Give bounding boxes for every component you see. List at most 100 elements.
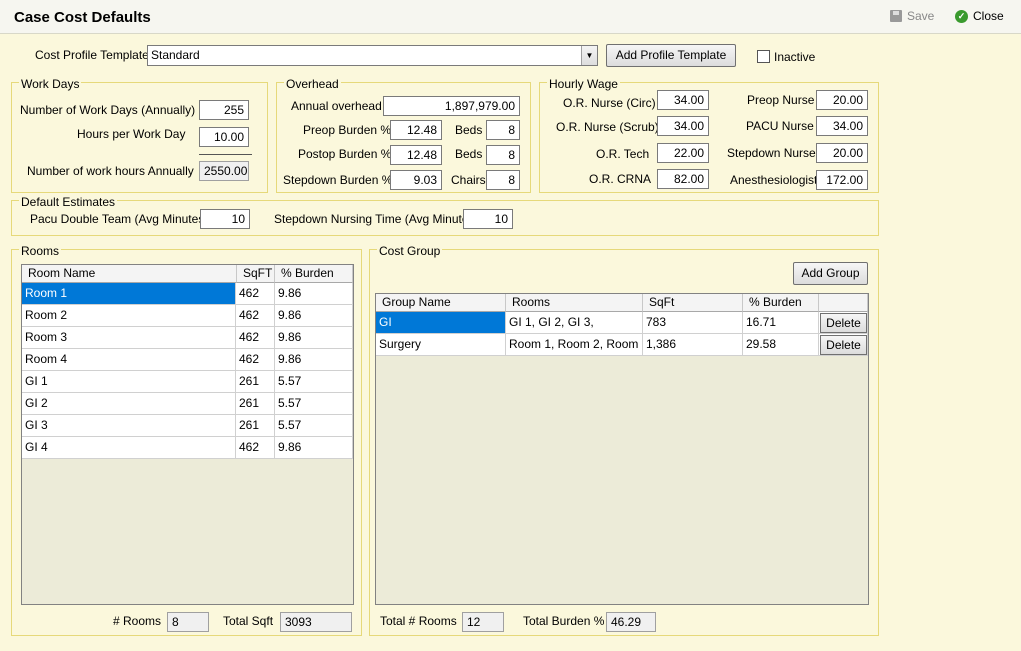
- chevron-down-icon[interactable]: ▼: [581, 46, 597, 65]
- room-name-cell[interactable]: Room 3: [22, 327, 236, 349]
- pacu-double-team-input[interactable]: 10: [200, 209, 250, 229]
- room-burden-cell: 9.86: [275, 283, 353, 305]
- postop-burden-label: Postop Burden %: [298, 147, 392, 161]
- cost-profile-template-value: Standard: [151, 48, 200, 62]
- or-tech-input[interactable]: 22.00: [657, 143, 709, 163]
- or-crna-label: O.R. CRNA: [589, 172, 652, 186]
- room-name-cell[interactable]: Room 2: [22, 305, 236, 327]
- cost-group-col-header-action: [819, 294, 868, 312]
- room-burden-cell: 9.86: [275, 327, 353, 349]
- group-sqft-cell: 1,386: [643, 334, 743, 356]
- check-circle-icon: ✓: [955, 9, 968, 23]
- cost-group-col-header[interactable]: % Burden: [743, 294, 819, 312]
- cost-profile-template-label: Cost Profile Template: [35, 48, 149, 62]
- postop-beds-label: Beds: [455, 147, 483, 161]
- group-sqft-cell: 783: [643, 312, 743, 334]
- cost-group-legend: Cost Group: [377, 244, 443, 258]
- room-sqft-cell: 261: [236, 371, 275, 393]
- room-name-cell[interactable]: Room 4: [22, 349, 236, 371]
- stepdown-nurse-input[interactable]: 20.00: [816, 143, 868, 163]
- preop-nurse-label: Preop Nurse: [747, 93, 815, 107]
- cost-profile-template-select[interactable]: Standard ▼: [147, 45, 598, 66]
- add-profile-template-button[interactable]: Add Profile Template: [606, 44, 736, 67]
- inactive-checkbox[interactable]: [757, 50, 770, 63]
- room-burden-cell: 9.86: [275, 349, 353, 371]
- work-days-annual-input[interactable]: 255: [199, 100, 249, 120]
- stepdown-nursing-time-input[interactable]: 10: [463, 209, 513, 229]
- annual-overhead-input[interactable]: 1,897,979.00: [383, 96, 520, 116]
- anesthesiologist-label: Anesthesiologist: [730, 173, 818, 187]
- total-sqft-label: Total Sqft: [223, 614, 274, 628]
- room-sqft-cell: 462: [236, 327, 275, 349]
- group-burden-cell: 16.71: [743, 312, 819, 334]
- save-label: Save: [907, 9, 935, 23]
- stepdown-nursing-time-label: Stepdown Nursing Time (Avg Minutes): [274, 212, 479, 226]
- group-rooms-cell: Room 1, Room 2, Room 3,: [506, 334, 643, 356]
- stepdown-nurse-label: Stepdown Nurse: [727, 146, 816, 160]
- rooms-legend: Rooms: [19, 244, 62, 258]
- anesthesiologist-input[interactable]: 172.00: [816, 170, 868, 190]
- hours-per-day-input[interactable]: 10.00: [199, 127, 249, 147]
- delete-button[interactable]: Delete: [820, 313, 867, 333]
- postop-burden-input[interactable]: 12.48: [390, 145, 442, 165]
- group-rooms-cell: GI 1, GI 2, GI 3,: [506, 312, 643, 334]
- total-rooms-label: Total # Rooms: [380, 614, 457, 628]
- room-sqft-cell: 462: [236, 349, 275, 371]
- rooms-col-header[interactable]: Room Name: [22, 265, 237, 283]
- stepdown-chairs-input[interactable]: 8: [486, 170, 520, 190]
- close-label: Close: [973, 9, 1004, 23]
- cost-group-grid[interactable]: Group Name Rooms SqFt % Burden GI GI 1, …: [375, 293, 869, 605]
- total-burden-value: 46.29: [606, 612, 656, 632]
- hourly-wage-legend: Hourly Wage: [547, 77, 620, 91]
- delete-button[interactable]: Delete: [820, 335, 867, 355]
- room-burden-cell: 9.86: [275, 305, 353, 327]
- or-crna-input[interactable]: 82.00: [657, 169, 709, 189]
- preop-burden-input[interactable]: 12.48: [390, 120, 442, 140]
- room-name-cell[interactable]: GI 2: [22, 393, 236, 415]
- room-sqft-cell: 462: [236, 305, 275, 327]
- group-burden-cell: 29.58: [743, 334, 819, 356]
- work-days-legend: Work Days: [19, 77, 82, 91]
- or-nurse-circ-label: O.R. Nurse (Circ): [563, 96, 656, 110]
- rooms-grid[interactable]: Room Name SqFT % Burden Room 1 462 9.86 …: [21, 264, 354, 605]
- annual-hours-value: 2550.00: [199, 161, 249, 181]
- room-burden-cell: 5.57: [275, 371, 353, 393]
- separator-line: [199, 154, 252, 155]
- add-group-button[interactable]: Add Group: [793, 262, 868, 285]
- room-name-cell[interactable]: GI 3: [22, 415, 236, 437]
- preop-beds-label: Beds: [455, 123, 483, 137]
- pacu-nurse-label: PACU Nurse: [746, 119, 814, 133]
- room-sqft-cell: 462: [236, 437, 275, 459]
- group-name-cell[interactable]: Surgery: [376, 334, 506, 356]
- preop-nurse-input[interactable]: 20.00: [816, 90, 868, 110]
- room-name-cell[interactable]: GI 1: [22, 371, 236, 393]
- room-burden-cell: 5.57: [275, 415, 353, 437]
- save-button[interactable]: Save: [890, 9, 934, 23]
- preop-beds-input[interactable]: 8: [486, 120, 520, 140]
- stepdown-burden-input[interactable]: 9.03: [390, 170, 442, 190]
- work-days-annual-label: Number of Work Days (Annually): [20, 103, 196, 117]
- cost-group-col-header[interactable]: SqFt: [643, 294, 743, 312]
- group-name-cell[interactable]: GI: [376, 312, 506, 334]
- or-nurse-scrub-label: O.R. Nurse (Scrub): [556, 120, 659, 134]
- room-burden-cell: 9.86: [275, 437, 353, 459]
- or-nurse-circ-input[interactable]: 34.00: [657, 90, 709, 110]
- room-name-cell[interactable]: GI 4: [22, 437, 236, 459]
- cost-group-col-header[interactable]: Group Name: [376, 294, 506, 312]
- default-estimates-legend: Default Estimates: [19, 195, 118, 209]
- stepdown-chairs-label: Chairs: [451, 173, 486, 187]
- room-sqft-cell: 261: [236, 415, 275, 437]
- rooms-col-header[interactable]: % Burden: [275, 265, 353, 283]
- rooms-col-header[interactable]: SqFT: [237, 265, 275, 283]
- stepdown-burden-label: Stepdown Burden %: [283, 173, 393, 187]
- postop-beds-input[interactable]: 8: [486, 145, 520, 165]
- cost-group-col-header[interactable]: Rooms: [506, 294, 643, 312]
- room-name-cell[interactable]: Room 1: [22, 283, 236, 305]
- pacu-nurse-input[interactable]: 34.00: [816, 116, 868, 136]
- or-tech-label: O.R. Tech: [596, 147, 650, 161]
- annual-hours-label: Number of work hours Annually: [27, 164, 194, 178]
- overhead-legend: Overhead: [284, 77, 341, 91]
- annual-overhead-label: Annual overhead: [291, 99, 382, 113]
- or-nurse-scrub-input[interactable]: 34.00: [657, 116, 709, 136]
- close-button[interactable]: ✓ Close: [955, 9, 1004, 23]
